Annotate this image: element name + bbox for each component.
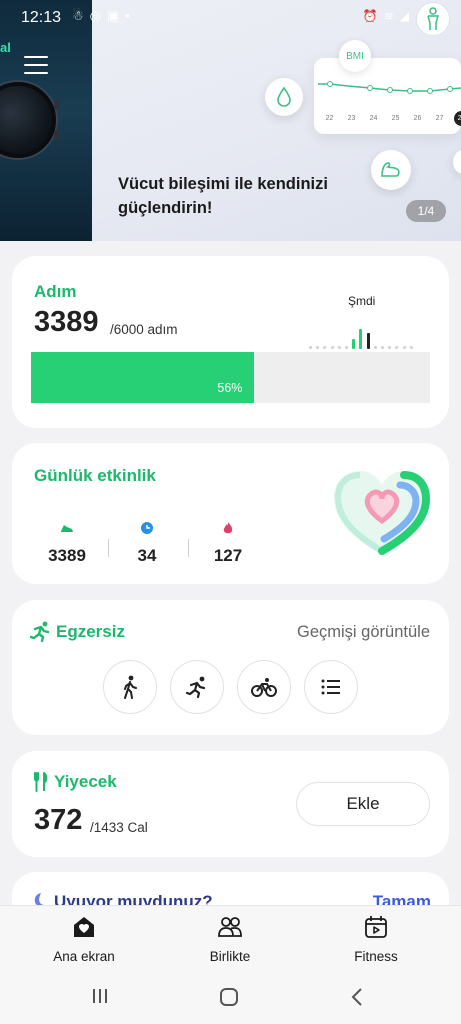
bmi-day: 22 [325,115,334,122]
clock-icon [141,522,153,534]
water-drop-icon [265,78,303,116]
status-bar: 12:13 ☃ ◎ ▣ • ⏰ ≋ ◢ [0,0,461,36]
steps-card[interactable]: Adım 3389 /6000 adım Şmdi 56% [12,256,449,428]
activity-steps-value: 3389 [48,546,86,565]
exercise-card[interactable]: Egzersiz Geçmişi görüntüle [12,600,449,735]
nav-fitness[interactable]: Fitness [316,914,436,964]
watch-button-bottom [54,130,60,140]
run-exercise-button[interactable] [170,660,224,714]
steps-progress-percent: 56% [217,381,243,395]
bike-icon [251,678,277,697]
promo-banner[interactable]: al 22 23 24 25 26 27 28 BMI [0,0,461,241]
divider [188,539,189,557]
divider [108,539,109,557]
muscle-arm-icon [371,150,411,190]
smartwatch-image [0,82,56,158]
edge-badge [453,150,461,174]
body-composition-icon[interactable] [416,2,450,36]
bottom-navigation: Ana ekran Birlikte Fitness [0,905,461,967]
bmi-day-today: 28 [454,111,461,126]
nav-home-label: Ana ekran [53,949,115,964]
activity-minutes-value: 34 [137,546,157,565]
list-icon [321,679,340,695]
alarm-icon: ⏰ [362,9,378,23]
activity-minutes: 34 [117,521,177,566]
walk-exercise-button[interactable] [103,660,157,714]
steps-title: Adım [34,282,77,301]
status-time: 12:13 [21,9,62,26]
activity-calories-value: 127 [213,546,243,565]
menu-button[interactable] [24,56,48,76]
calorie-value: 372 [34,804,83,836]
nav-home[interactable]: Ana ekran [24,914,144,964]
exercise-title: Egzersiz [56,622,125,641]
menu-icon-line [24,72,48,74]
exercise-list-button[interactable] [304,660,358,714]
view-history-link[interactable]: Geçmişi görüntüle [297,623,430,642]
activity-steps: 3389 [37,521,97,566]
banner-side-text: al [0,40,11,55]
bmi-day: 23 [347,115,356,122]
dot-icon: • [125,8,130,23]
steps-goal: /6000 adım [110,322,178,337]
fitness-icon [365,916,387,938]
notification-icon: ☃ [72,8,84,23]
whatsapp-icon: ◎ [89,8,101,23]
home-icon [74,917,94,937]
running-person-icon [30,621,50,642]
activity-calories: 127 [198,521,258,566]
calorie-goal: /1433 Cal [90,820,148,835]
back-icon[interactable] [350,987,364,1007]
walk-icon [124,675,137,699]
food-card[interactable]: Yiyecek 372 /1433 Cal Ekle [12,751,449,857]
home-button-icon[interactable] [219,987,239,1007]
system-status-icons: ⏰ ≋ ◢ [363,9,409,23]
notification-icons: ☃ ◎ ▣ • [72,8,130,24]
signal-icon: ◢ [399,9,409,23]
bike-exercise-button[interactable] [237,660,291,714]
menu-icon-line [24,56,48,58]
recent-apps-icon[interactable] [91,987,109,1005]
bmi-day: 27 [435,115,444,122]
daily-activity-title: Günlük etkinlik [34,466,156,485]
fork-knife-icon [34,772,48,792]
activity-rings-heart-icon [334,471,431,555]
steps-value: 3389 [34,306,99,338]
food-title: Yiyecek [54,772,117,791]
wifi-icon: ≋ [383,9,394,23]
shoe-icon [61,525,73,532]
bmi-badge: BMI [339,40,371,72]
daily-activity-card[interactable]: Günlük etkinlik 3389 34 127 [12,443,449,584]
nav-fitness-label: Fitness [354,949,398,964]
bmi-day-labels: 22 23 24 25 26 27 28 [322,111,461,126]
steps-progress-fill: 56% [31,352,255,403]
run-icon [185,676,206,699]
banner-page-indicator: 1/4 [406,200,446,222]
bmi-day: 26 [413,115,422,122]
now-label: Şmdi [348,294,376,308]
add-food-button[interactable]: Ekle [296,782,430,826]
watch-button-top [54,100,60,110]
hourly-steps-sparkline [309,329,413,349]
system-navigation-bar [0,967,461,1024]
bmi-day: 25 [391,115,400,122]
notes-icon: ▣ [107,8,120,23]
nav-together-label: Birlikte [209,949,251,964]
banner-watch-panel: al [0,0,92,241]
bmi-day: 24 [369,115,378,122]
steps-progress-bar: 56% [31,352,430,403]
flame-icon [223,522,233,534]
menu-icon-line [24,64,48,66]
people-icon [218,917,242,937]
banner-title: Vücut bileşimi ile kendinizi güçlendirin… [118,175,328,217]
nav-together[interactable]: Birlikte [170,914,290,964]
